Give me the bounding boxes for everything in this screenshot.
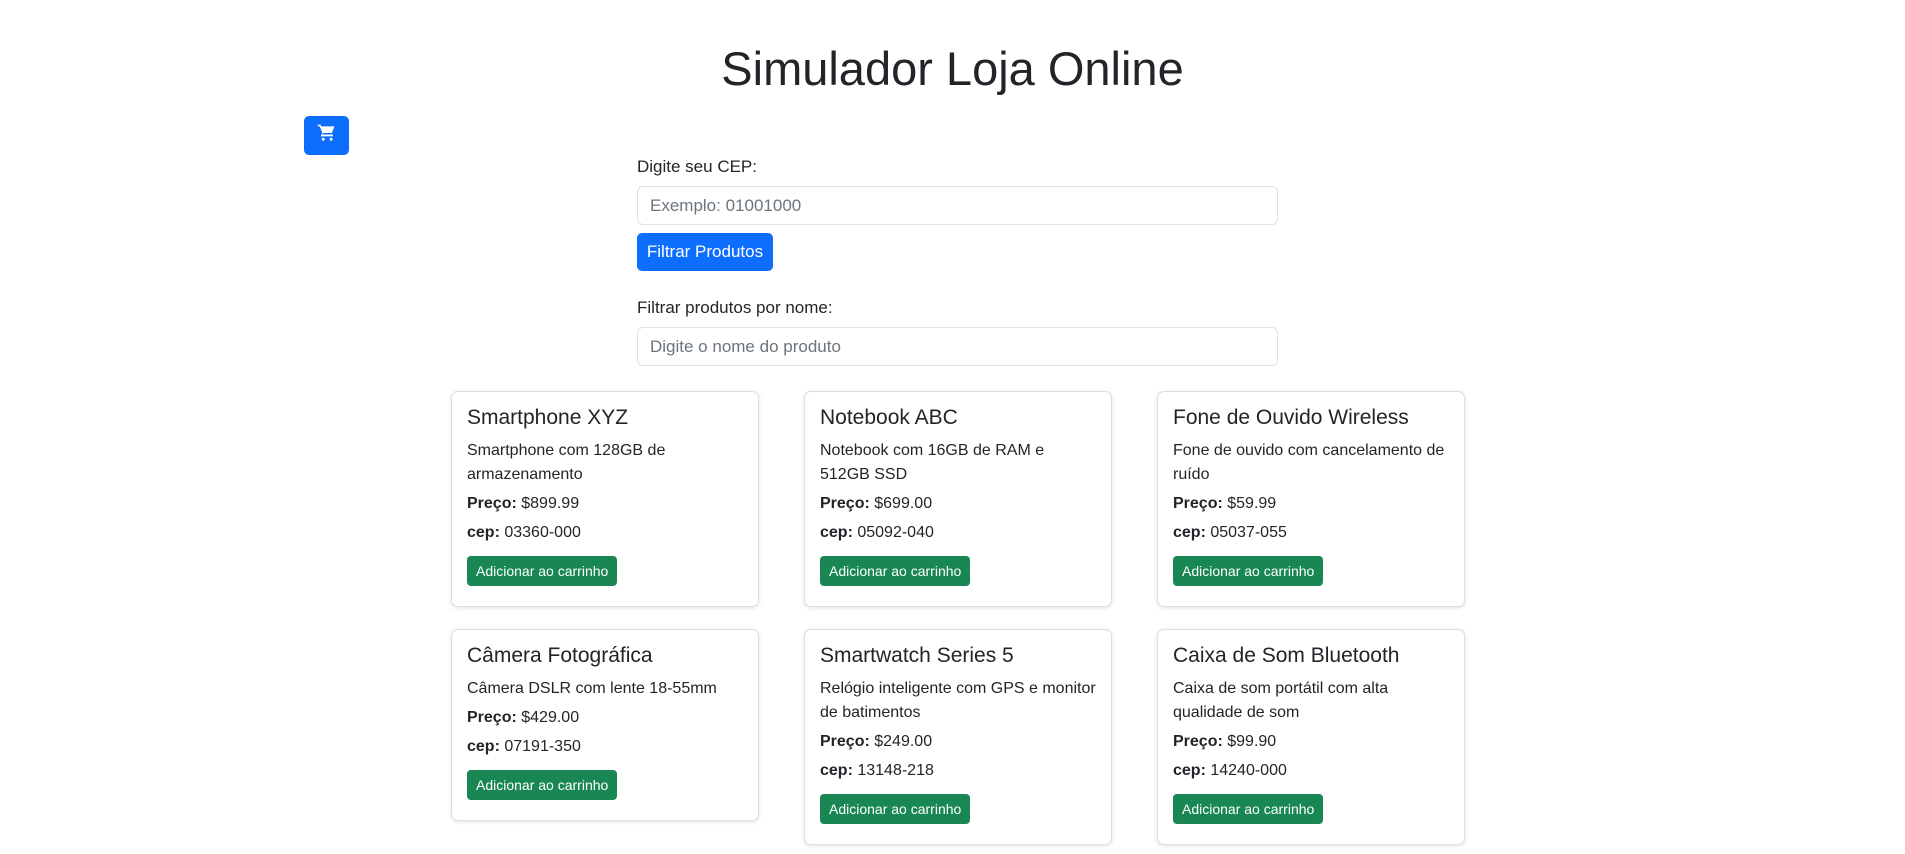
product-description: Fone de ouvido com cancelamento de ruído	[1173, 442, 1445, 483]
cart-icon	[317, 123, 337, 148]
product-price: Preço: $699.00	[820, 495, 933, 512]
add-to-cart-button[interactable]: Adicionar ao carrinho	[1173, 794, 1324, 824]
product-price: Preço: $429.00	[467, 709, 580, 726]
add-to-cart-button[interactable]: Adicionar ao carrinho	[467, 556, 618, 586]
name-filter-input[interactable]	[637, 327, 1278, 366]
product-description: Smartphone com 128GB de armazenamento	[467, 442, 666, 483]
product-cep: cep: 05037-055	[1173, 524, 1287, 541]
price-value: $699.00	[874, 495, 933, 512]
product-name: Caixa de Som Bluetooth	[1173, 644, 1400, 667]
product-price: Preço: $99.90	[1173, 733, 1277, 750]
product-price: Preço: $59.99	[1173, 495, 1277, 512]
product-name: Câmera Fotográfica	[467, 644, 653, 667]
cep-value: 03360-000	[504, 524, 581, 541]
product-card: Smartphone XYZ Smartphone com 128GB de a…	[451, 391, 759, 607]
product-card: Smartwatch Series 5 Relógio inteligente …	[804, 629, 1112, 845]
product-cep: cep: 14240-000	[1173, 762, 1287, 779]
filter-products-button[interactable]: Filtrar Produtos	[637, 233, 773, 271]
product-name: Notebook ABC	[820, 406, 958, 429]
name-filter-label: Filtrar produtos por nome:	[637, 298, 833, 317]
product-description: Câmera DSLR com lente 18-55mm	[467, 680, 717, 697]
cep-value: 13148-218	[857, 762, 934, 779]
product-card: Notebook ABC Notebook com 16GB de RAM e …	[804, 391, 1112, 607]
price-value: $249.00	[874, 733, 933, 750]
price-value: $429.00	[521, 709, 580, 726]
product-card: Câmera Fotográfica Câmera DSLR com lente…	[451, 629, 759, 821]
cep-label: Digite seu CEP:	[637, 157, 757, 176]
product-cep: cep: 13148-218	[820, 762, 934, 779]
page-title: Simulador Loja Online	[721, 42, 1184, 95]
add-to-cart-button[interactable]: Adicionar ao carrinho	[1173, 556, 1324, 586]
add-to-cart-button[interactable]: Adicionar ao carrinho	[820, 556, 971, 586]
product-name: Smartwatch Series 5	[820, 644, 1014, 667]
product-card: Fone de Ouvido Wireless Fone de ouvido c…	[1157, 391, 1465, 607]
cep-value: 05037-055	[1210, 524, 1287, 541]
product-price: Preço: $249.00	[820, 733, 933, 750]
cep-input[interactable]	[637, 186, 1278, 225]
product-name: Fone de Ouvido Wireless	[1173, 406, 1409, 429]
price-value: $59.99	[1227, 495, 1277, 512]
cep-value: 14240-000	[1210, 762, 1287, 779]
product-name: Smartphone XYZ	[467, 406, 629, 429]
product-cep: cep: 07191-350	[467, 738, 581, 755]
product-description: Notebook com 16GB de RAM e 512GB SSD	[820, 442, 1045, 483]
add-to-cart-button[interactable]: Adicionar ao carrinho	[467, 770, 618, 800]
product-cep: cep: 05092-040	[820, 524, 934, 541]
product-description: Caixa de som portátil com alta qualidade…	[1173, 680, 1389, 721]
product-price: Preço: $899.99	[467, 495, 580, 512]
cep-value: 05092-040	[857, 524, 934, 541]
price-value: $899.99	[521, 495, 580, 512]
product-description: Relógio inteligente com GPS e monitor de…	[820, 680, 1096, 721]
price-value: $99.90	[1227, 733, 1277, 750]
product-cep: cep: 03360-000	[467, 524, 581, 541]
product-card: Caixa de Som Bluetooth Caixa de som port…	[1157, 629, 1465, 845]
add-to-cart-button[interactable]: Adicionar ao carrinho	[820, 794, 971, 824]
cart-button[interactable]	[304, 116, 349, 155]
cep-value: 07191-350	[504, 738, 581, 755]
